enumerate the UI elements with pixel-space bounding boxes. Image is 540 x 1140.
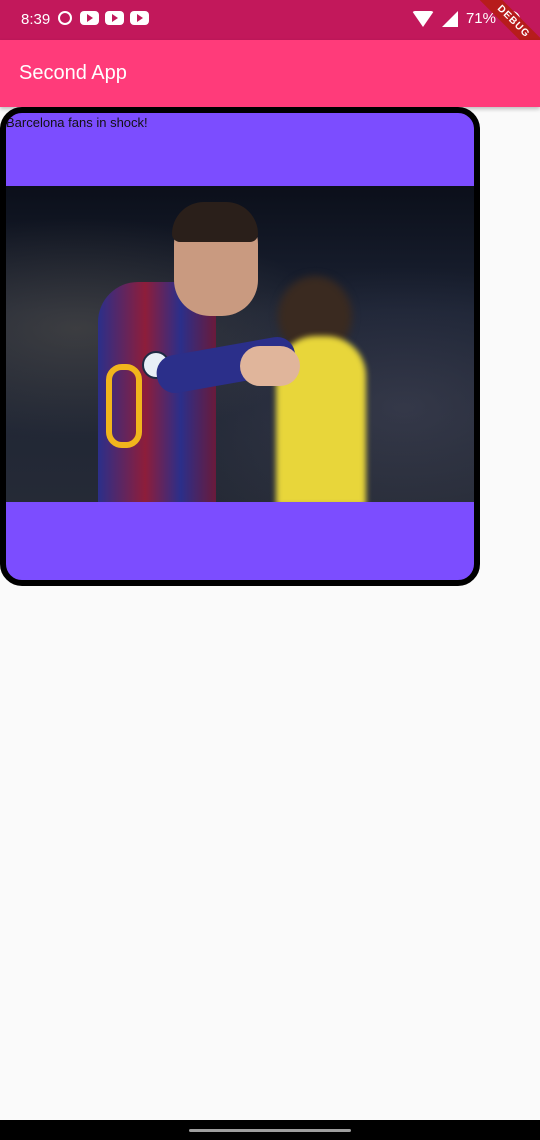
news-card[interactable]: Barcelona fans in shock!	[0, 107, 480, 586]
wifi-icon	[411, 10, 434, 27]
status-time: 8:39	[21, 11, 51, 28]
whatsapp-icon	[58, 11, 72, 25]
navigation-bar	[0, 1120, 540, 1140]
youtube-icon	[130, 11, 149, 25]
app-bar: Second App	[0, 40, 540, 107]
page-title: Second App	[19, 62, 127, 84]
card-caption: Barcelona fans in shock!	[6, 115, 148, 130]
player-hair	[172, 202, 258, 242]
notification-icons	[58, 11, 149, 25]
player-photo	[6, 186, 474, 502]
youtube-icon	[105, 11, 124, 25]
player-hand	[240, 346, 300, 386]
player-number	[106, 364, 142, 448]
youtube-icon	[80, 11, 99, 25]
status-bar: 8:39 71% DEBUG	[0, 0, 540, 67]
signal-icon	[441, 10, 458, 27]
home-indicator[interactable]	[189, 1129, 351, 1132]
